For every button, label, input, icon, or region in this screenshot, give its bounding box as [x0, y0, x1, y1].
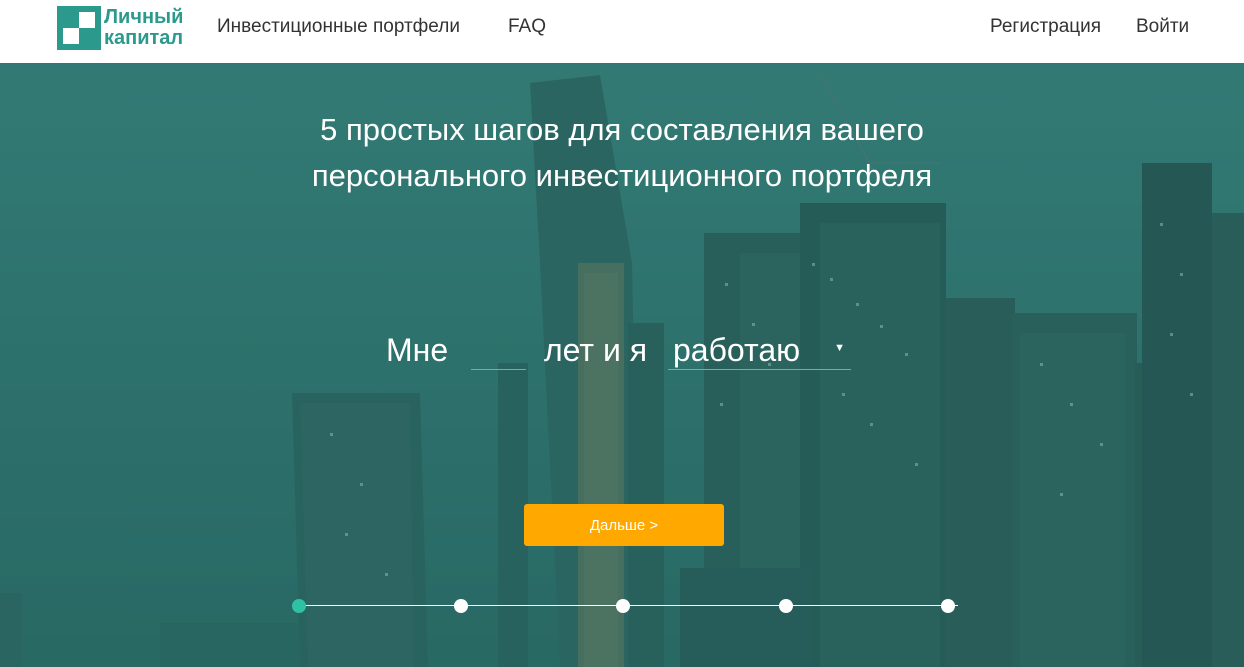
logo-text: Личный капитал	[104, 7, 183, 49]
logo-text-line2: капитал	[104, 27, 184, 49]
employment-status-select[interactable]: работаю ▼	[668, 329, 851, 370]
logo-mark-icon	[57, 6, 101, 50]
hero-headline-line2: персонального инвестиционного портфеля	[311, 158, 933, 193]
age-status-sentence: Мне лет и я работаю ▼	[0, 325, 1244, 375]
hero-section: 5 простых шагов для составления вашего п…	[0, 63, 1244, 667]
step-dot-5[interactable]	[941, 599, 955, 613]
age-input[interactable]	[471, 329, 526, 370]
step-progress	[290, 597, 958, 615]
caret-down-icon: ▼	[834, 342, 845, 354]
sentence-middle: лет и я	[544, 332, 648, 368]
hero-headline: 5 простых шагов для составления вашего п…	[222, 107, 1022, 199]
next-button[interactable]: Дальше >	[524, 504, 724, 546]
nav-link-register[interactable]: Регистрация	[990, 16, 1101, 38]
logo-text-line1: Личный	[104, 6, 184, 28]
logo-link[interactable]: Личный капитал	[57, 5, 183, 51]
nav-link-login[interactable]: Войти	[1136, 16, 1189, 38]
sentence-prefix: Мне	[386, 332, 449, 368]
nav-link-portfolios[interactable]: Инвестиционные портфели	[217, 16, 460, 38]
step-dot-3[interactable]	[616, 599, 630, 613]
top-navbar: Личный капитал Инвестиционные портфели F…	[0, 0, 1244, 63]
employment-status-value: работаю	[673, 332, 801, 368]
hero-headline-line1: 5 простых шагов для составления вашего	[320, 112, 924, 147]
step-dot-4[interactable]	[779, 599, 793, 613]
nav-link-faq[interactable]: FAQ	[508, 16, 546, 38]
step-dot-1[interactable]	[292, 599, 306, 613]
step-dot-2[interactable]	[454, 599, 468, 613]
